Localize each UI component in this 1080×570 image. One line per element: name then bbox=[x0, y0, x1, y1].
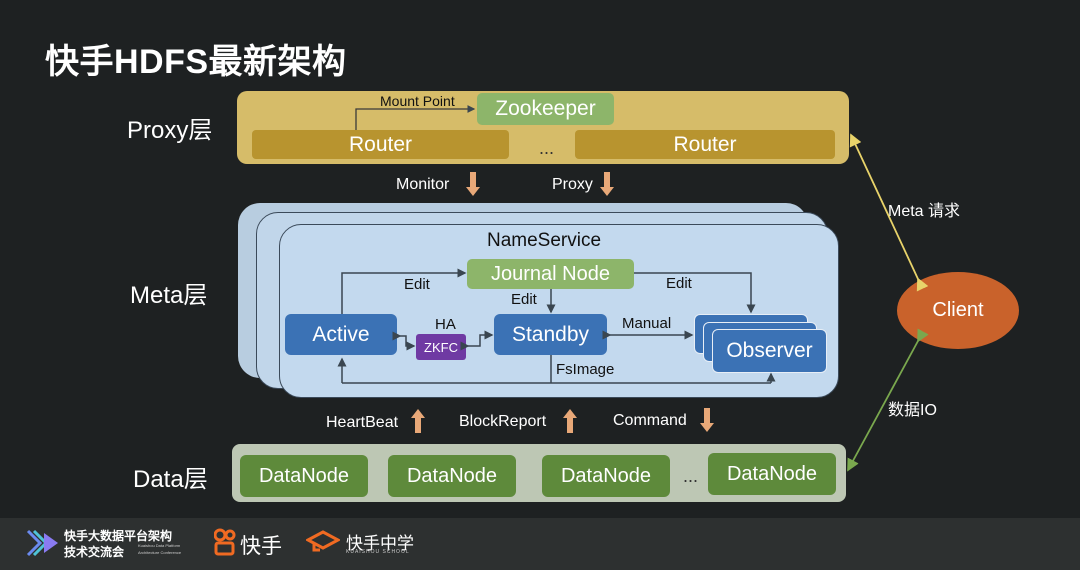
active-zkfc-link bbox=[392, 331, 416, 351]
journal-to-observer-line bbox=[634, 272, 756, 314]
blockreport-arrow-up-icon bbox=[563, 409, 577, 433]
active-to-journal-line bbox=[341, 268, 467, 314]
fsimage-line bbox=[342, 355, 771, 384]
monitor-arrow-down-icon bbox=[466, 172, 480, 196]
conference-en-line2: Architecture Conference bbox=[138, 550, 182, 555]
data-io-line bbox=[847, 328, 929, 472]
conference-logo-icon bbox=[26, 529, 58, 557]
mount-point-line bbox=[355, 105, 476, 130]
meta-request-line bbox=[849, 133, 929, 292]
command-arrow-down-icon bbox=[700, 408, 714, 432]
heartbeat-arrow-up-icon bbox=[411, 409, 425, 433]
kuaishou-logo-icon bbox=[214, 528, 236, 556]
conference-title-line2: 技术交流会 bbox=[64, 545, 125, 559]
flow-arrows bbox=[411, 172, 714, 433]
school-logo-en: KUAISHOU SCHOOL bbox=[346, 549, 410, 555]
kuaishou-logo-text: 快手 bbox=[240, 535, 282, 558]
conference-title-line1: 快手大数据平台架构 bbox=[64, 529, 173, 543]
zkfc-standby-link bbox=[460, 330, 494, 351]
conference-en-line1: Kuaishou Data Platform bbox=[138, 543, 181, 548]
connector-layer bbox=[337, 105, 929, 472]
school-logo-icon bbox=[306, 530, 340, 552]
proxy-arrow-down-icon bbox=[600, 172, 614, 196]
